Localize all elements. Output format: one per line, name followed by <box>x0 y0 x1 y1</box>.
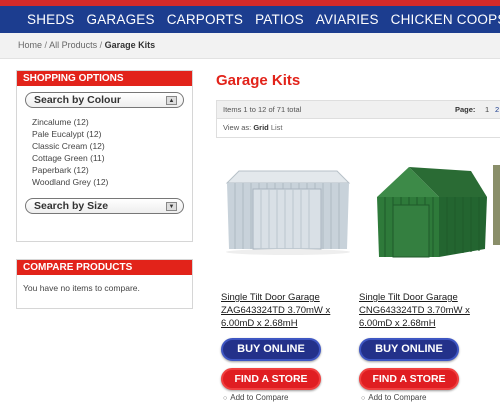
chevron-up-icon: ▲ <box>166 95 177 105</box>
view-mode-bar: View as: Grid List <box>216 119 500 138</box>
add-to-compare-link[interactable]: ○ Add to Compare <box>359 393 489 402</box>
page-title: Garage Kits <box>216 72 301 89</box>
view-grid: Grid <box>253 123 269 132</box>
shopping-options-title: SHOPPING OPTIONS <box>17 71 192 86</box>
search-by-colour-dropdown[interactable]: Search by Colour ▲ <box>25 92 184 108</box>
product-title-link[interactable]: Single Tilt Door Garage ZAG643324TD 3.70… <box>221 291 351 330</box>
find-a-store-button[interactable]: FIND A STORE <box>221 368 321 390</box>
product-title-line: 6.00mD x 2.68mH <box>359 318 436 329</box>
bullet-icon: ○ <box>223 395 228 402</box>
view-list-link[interactable]: List <box>271 123 283 132</box>
find-a-store-button[interactable]: FIND A STORE <box>359 368 459 390</box>
chevron-down-icon: ▼ <box>166 201 177 211</box>
search-by-colour-label: Search by Colour <box>34 94 121 106</box>
compare-products-title: COMPARE PRODUCTS <box>17 260 192 275</box>
product-title-line: CNG643324TD 3.70mW x <box>359 305 470 316</box>
product-image-green-garage[interactable] <box>359 145 489 263</box>
buy-online-button[interactable]: BUY ONLINE <box>359 338 459 361</box>
product-title-line: 6.00mD x 2.68mH <box>221 318 298 329</box>
compare-products-panel: COMPARE PRODUCTS You have no items to co… <box>16 259 193 309</box>
nav-item-aviaries[interactable]: AVIARIES <box>310 6 385 33</box>
page-label: Page: <box>455 105 476 114</box>
nav-item-chicken-coops[interactable]: CHICKEN COOPS <box>385 6 500 33</box>
colour-option-pale-eucalypt[interactable]: Pale Eucalypt (12) <box>32 128 192 140</box>
colour-option-paperbark[interactable]: Paperbark (12) <box>32 164 192 176</box>
page-number-next[interactable]: 2 <box>495 101 499 118</box>
search-by-size-label: Search by Size <box>34 200 109 212</box>
colour-option-cottage-green[interactable]: Cottage Green (11) <box>32 152 192 164</box>
nav-item-garages[interactable]: GARAGES <box>81 6 161 33</box>
items-count: Items 1 to 12 of 71 total <box>223 105 302 114</box>
buy-online-button[interactable]: BUY ONLINE <box>221 338 321 361</box>
colour-option-classic-cream[interactable]: Classic Cream (12) <box>32 140 192 152</box>
product-title-line: ZAG643324TD 3.70mW x <box>221 305 331 316</box>
search-by-size-dropdown[interactable]: Search by Size ▼ <box>25 198 184 214</box>
pager-toolbar: Items 1 to 12 of 71 total Page: 1 2 <box>216 100 500 119</box>
product-title-link[interactable]: Single Tilt Door Garage CNG643324TD 3.70… <box>359 291 489 330</box>
product-card: Single Tilt Door Garage CNG643324TD 3.70… <box>359 145 489 402</box>
product-image-partial[interactable] <box>493 165 500 255</box>
breadcrumb-current: Garage Kits <box>104 40 156 50</box>
main-nav: SHEDS GARAGES CARPORTS PATIOS AVIARIES C… <box>0 6 500 33</box>
add-to-compare-link[interactable]: ○ Add to Compare <box>221 393 351 402</box>
product-title-line: Single Tilt Door Garage <box>221 292 320 303</box>
product-card: Single Tilt Door Garage ZAG643324TD 3.70… <box>221 145 351 402</box>
compare-empty-text: You have no items to compare. <box>23 283 140 293</box>
product-title-line: Single Tilt Door Garage <box>359 292 458 303</box>
shopping-options-panel: SHOPPING OPTIONS Search by Colour ▲ Zinc… <box>16 70 193 242</box>
bullet-icon: ○ <box>361 395 366 402</box>
nav-item-patios[interactable]: PATIOS <box>249 6 310 33</box>
product-image-zincalume-garage[interactable] <box>221 145 351 263</box>
add-to-compare-label: Add to Compare <box>230 393 289 402</box>
breadcrumb-separator: / <box>99 40 103 50</box>
nav-item-carports[interactable]: CARPORTS <box>161 6 249 33</box>
view-as-label: View as: <box>223 123 252 132</box>
add-to-compare-label: Add to Compare <box>368 393 427 402</box>
breadcrumb-home[interactable]: Home <box>18 40 42 50</box>
nav-item-sheds[interactable]: SHEDS <box>0 6 81 33</box>
colour-option-zincalume[interactable]: Zincalume (12) <box>32 116 192 128</box>
colour-option-woodland-grey[interactable]: Woodland Grey (12) <box>32 176 192 188</box>
breadcrumb: Home / All Products / Garage Kits <box>0 33 500 59</box>
page-number-current: 1 <box>485 105 490 114</box>
breadcrumb-separator: / <box>44 40 48 50</box>
breadcrumb-all-products[interactable]: All Products <box>49 40 97 50</box>
colour-list: Zincalume (12) Pale Eucalypt (12) Classi… <box>17 108 192 188</box>
